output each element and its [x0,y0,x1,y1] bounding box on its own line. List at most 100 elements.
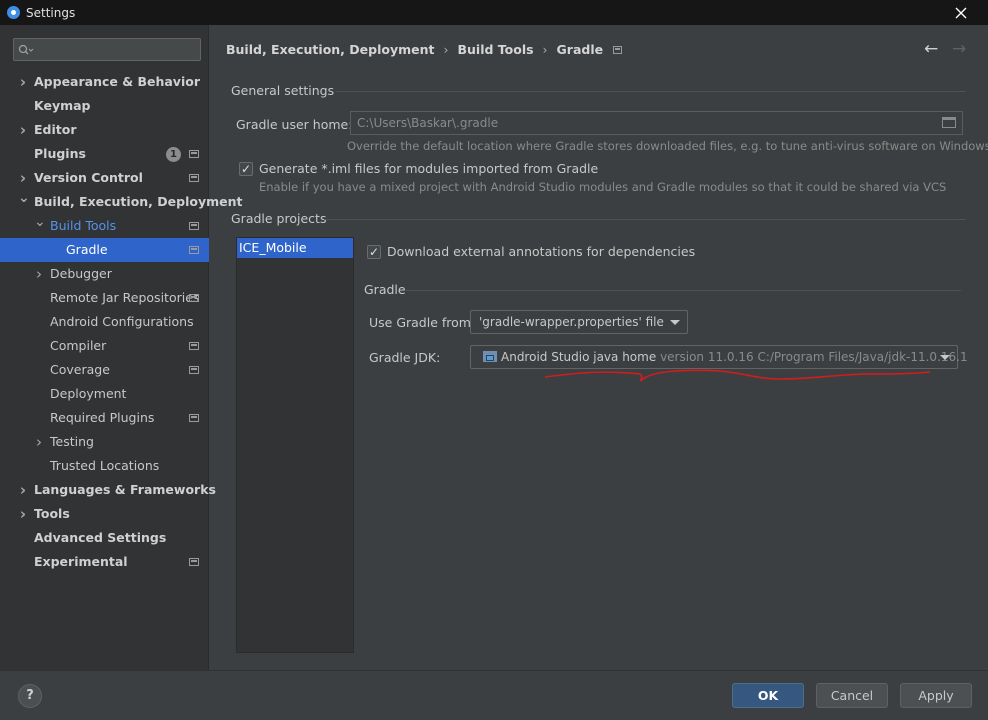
chevron-right-icon[interactable]: › [18,70,28,94]
sidebar-item-compiler[interactable]: Compiler [0,334,209,358]
sidebar-item-label: Gradle [66,242,108,257]
chevron-down-icon[interactable]: ⌄ [18,186,30,210]
cancel-button[interactable]: Cancel [816,683,888,708]
gradle-user-home-field[interactable]: C:\Users\Baskar\.gradle [350,111,963,135]
sidebar-item-label: Keymap [34,98,91,113]
sidebar-item-label: Testing [50,434,94,449]
sidebar-item-trusted-locations[interactable]: Trusted Locations [0,454,209,478]
android-studio-icon [7,6,20,19]
sidebar-item-label: Appearance & Behavior [34,74,200,89]
gradle-user-home-label: Gradle user home: [236,117,353,132]
back-arrow-icon[interactable]: ← [924,39,938,59]
project-level-icon [189,366,199,374]
chevron-down-icon[interactable]: ⌄ [34,210,46,234]
ok-button[interactable]: OK [732,683,804,708]
generate-iml-label[interactable]: Generate *.iml files for modules importe… [259,161,598,176]
sidebar-item-deployment[interactable]: Deployment [0,382,209,406]
breadcrumb: Build, Execution, Deployment › Build Too… [226,42,623,57]
red-underline-annotation [545,369,930,382]
sidebar-item-label: Compiler [50,338,107,353]
sidebar-item-appearance-behavior[interactable]: › Appearance & Behavior [0,70,209,94]
sidebar-item-languages-frameworks[interactable]: › Languages & Frameworks [0,478,216,502]
chevron-right-icon[interactable]: › [18,478,28,502]
help-button[interactable]: ? [18,684,42,708]
chevron-down-icon [670,320,680,325]
project-item-ice-mobile[interactable]: ICE_Mobile [237,238,353,258]
download-annotations-label[interactable]: Download external annotations for depend… [387,244,695,259]
download-annotations-checkbox[interactable]: ✓ [367,245,381,259]
chevron-right-icon[interactable]: › [18,118,28,142]
chevron-down-icon [940,355,950,360]
sidebar-item-label: Editor [34,122,77,137]
sidebar-item-plugins[interactable]: Plugins 1 [0,142,209,166]
settings-tree: › Appearance & Behavior Keymap › Editor Plugi… [0,70,242,574]
breadcrumb-gradle: Gradle [556,42,604,57]
project-level-icon [189,222,199,230]
update-count-badge: 1 [166,147,181,162]
breadcrumb-build-tools[interactable]: Build Tools [457,42,533,57]
sidebar-item-android-configurations[interactable]: Android Configurations [0,310,209,334]
project-level-icon [189,246,199,254]
project-level-icon [189,558,199,566]
gradle-user-home-value: C:\Users\Baskar\.gradle [357,116,499,130]
search-icon [18,44,34,54]
chevron-right-icon[interactable]: › [18,502,28,526]
gradle-user-home-hint: Override the default location where Grad… [347,139,988,153]
use-gradle-from-value: 'gradle-wrapper.properties' file [479,315,664,329]
project-level-icon [189,294,199,302]
dialog-footer: ? OK Cancel Apply [0,670,988,720]
gradle-projects-title: Gradle projects [231,211,327,226]
sidebar-item-build-tools[interactable]: ⌄ Build Tools [0,214,209,238]
sidebar-item-label: Debugger [50,266,112,281]
gradle-projects-list: ICE_Mobile [236,237,354,653]
sidebar-item-label: Required Plugins [50,410,155,425]
gradle-settings-panel: Build, Execution, Deployment › Build Too… [210,25,988,670]
close-icon [955,7,967,18]
close-window-button[interactable] [940,0,982,25]
sidebar-item-gradle[interactable]: Gradle [0,238,209,262]
sidebar-item-experimental[interactable]: Experimental [0,550,209,574]
settings-sidebar: › Appearance & Behavior Keymap › Editor Plugi… [0,25,242,670]
section-divider [336,91,966,92]
breadcrumb-build-execution-deployment[interactable]: Build, Execution, Deployment [226,42,434,57]
sidebar-item-label: Coverage [50,362,110,377]
sidebar-item-remote-jar-repositories[interactable]: Remote Jar Repositories [0,286,209,310]
sidebar-item-label: Experimental [34,554,128,569]
settings-dialog: › Appearance & Behavior Keymap › Editor Plugi… [0,25,988,720]
gradle-jdk-name: Android Studio java home [501,350,657,364]
chevron-right-icon[interactable]: › [34,262,44,286]
sidebar-item-coverage[interactable]: Coverage [0,358,209,382]
jdk-folder-icon [483,351,497,362]
sidebar-item-keymap[interactable]: Keymap [0,94,209,118]
sidebar-item-label: Android Configurations [50,314,194,329]
breadcrumb-separator: › [443,42,449,57]
gradle-section-title: Gradle [364,282,406,297]
sidebar-item-label: Trusted Locations [50,458,160,473]
project-level-icon [613,45,623,54]
forward-arrow-icon[interactable]: → [952,39,966,59]
sidebar-item-build-execution-deployment[interactable]: ⌄ Build, Execution, Deployment [0,190,242,214]
sidebar-item-advanced-settings[interactable]: Advanced Settings [0,526,209,550]
sidebar-item-editor[interactable]: › Editor [0,118,209,142]
use-gradle-from-dropdown[interactable]: 'gradle-wrapper.properties' file [470,310,688,334]
chevron-right-icon[interactable]: › [34,430,44,454]
section-divider [324,219,966,220]
use-gradle-from-label: Use Gradle from: [369,315,476,330]
title-bar: Settings [0,0,988,25]
generate-iml-checkbox[interactable]: ✓ [239,162,253,176]
folder-browse-icon[interactable] [942,117,956,128]
sidebar-item-label: Deployment [50,386,127,401]
apply-button[interactable]: Apply [900,683,972,708]
gradle-jdk-dropdown[interactable]: Android Studio java home version 11.0.16… [470,345,968,369]
sidebar-item-tools[interactable]: › Tools [0,502,209,526]
generate-iml-hint: Enable if you have a mixed project with … [259,180,947,194]
sidebar-item-label: Remote Jar Repositories [50,290,200,305]
search-input[interactable] [13,38,201,61]
gradle-jdk-detail: version 11.0.16 C:/Program Files/Java/jd… [660,350,968,364]
sidebar-item-debugger[interactable]: › Debugger [0,262,209,286]
project-level-icon [189,414,199,422]
sidebar-item-version-control[interactable]: › Version Control [0,166,209,190]
project-level-icon [189,174,199,182]
sidebar-item-required-plugins[interactable]: Required Plugins [0,406,209,430]
sidebar-item-testing[interactable]: › Testing [0,430,209,454]
